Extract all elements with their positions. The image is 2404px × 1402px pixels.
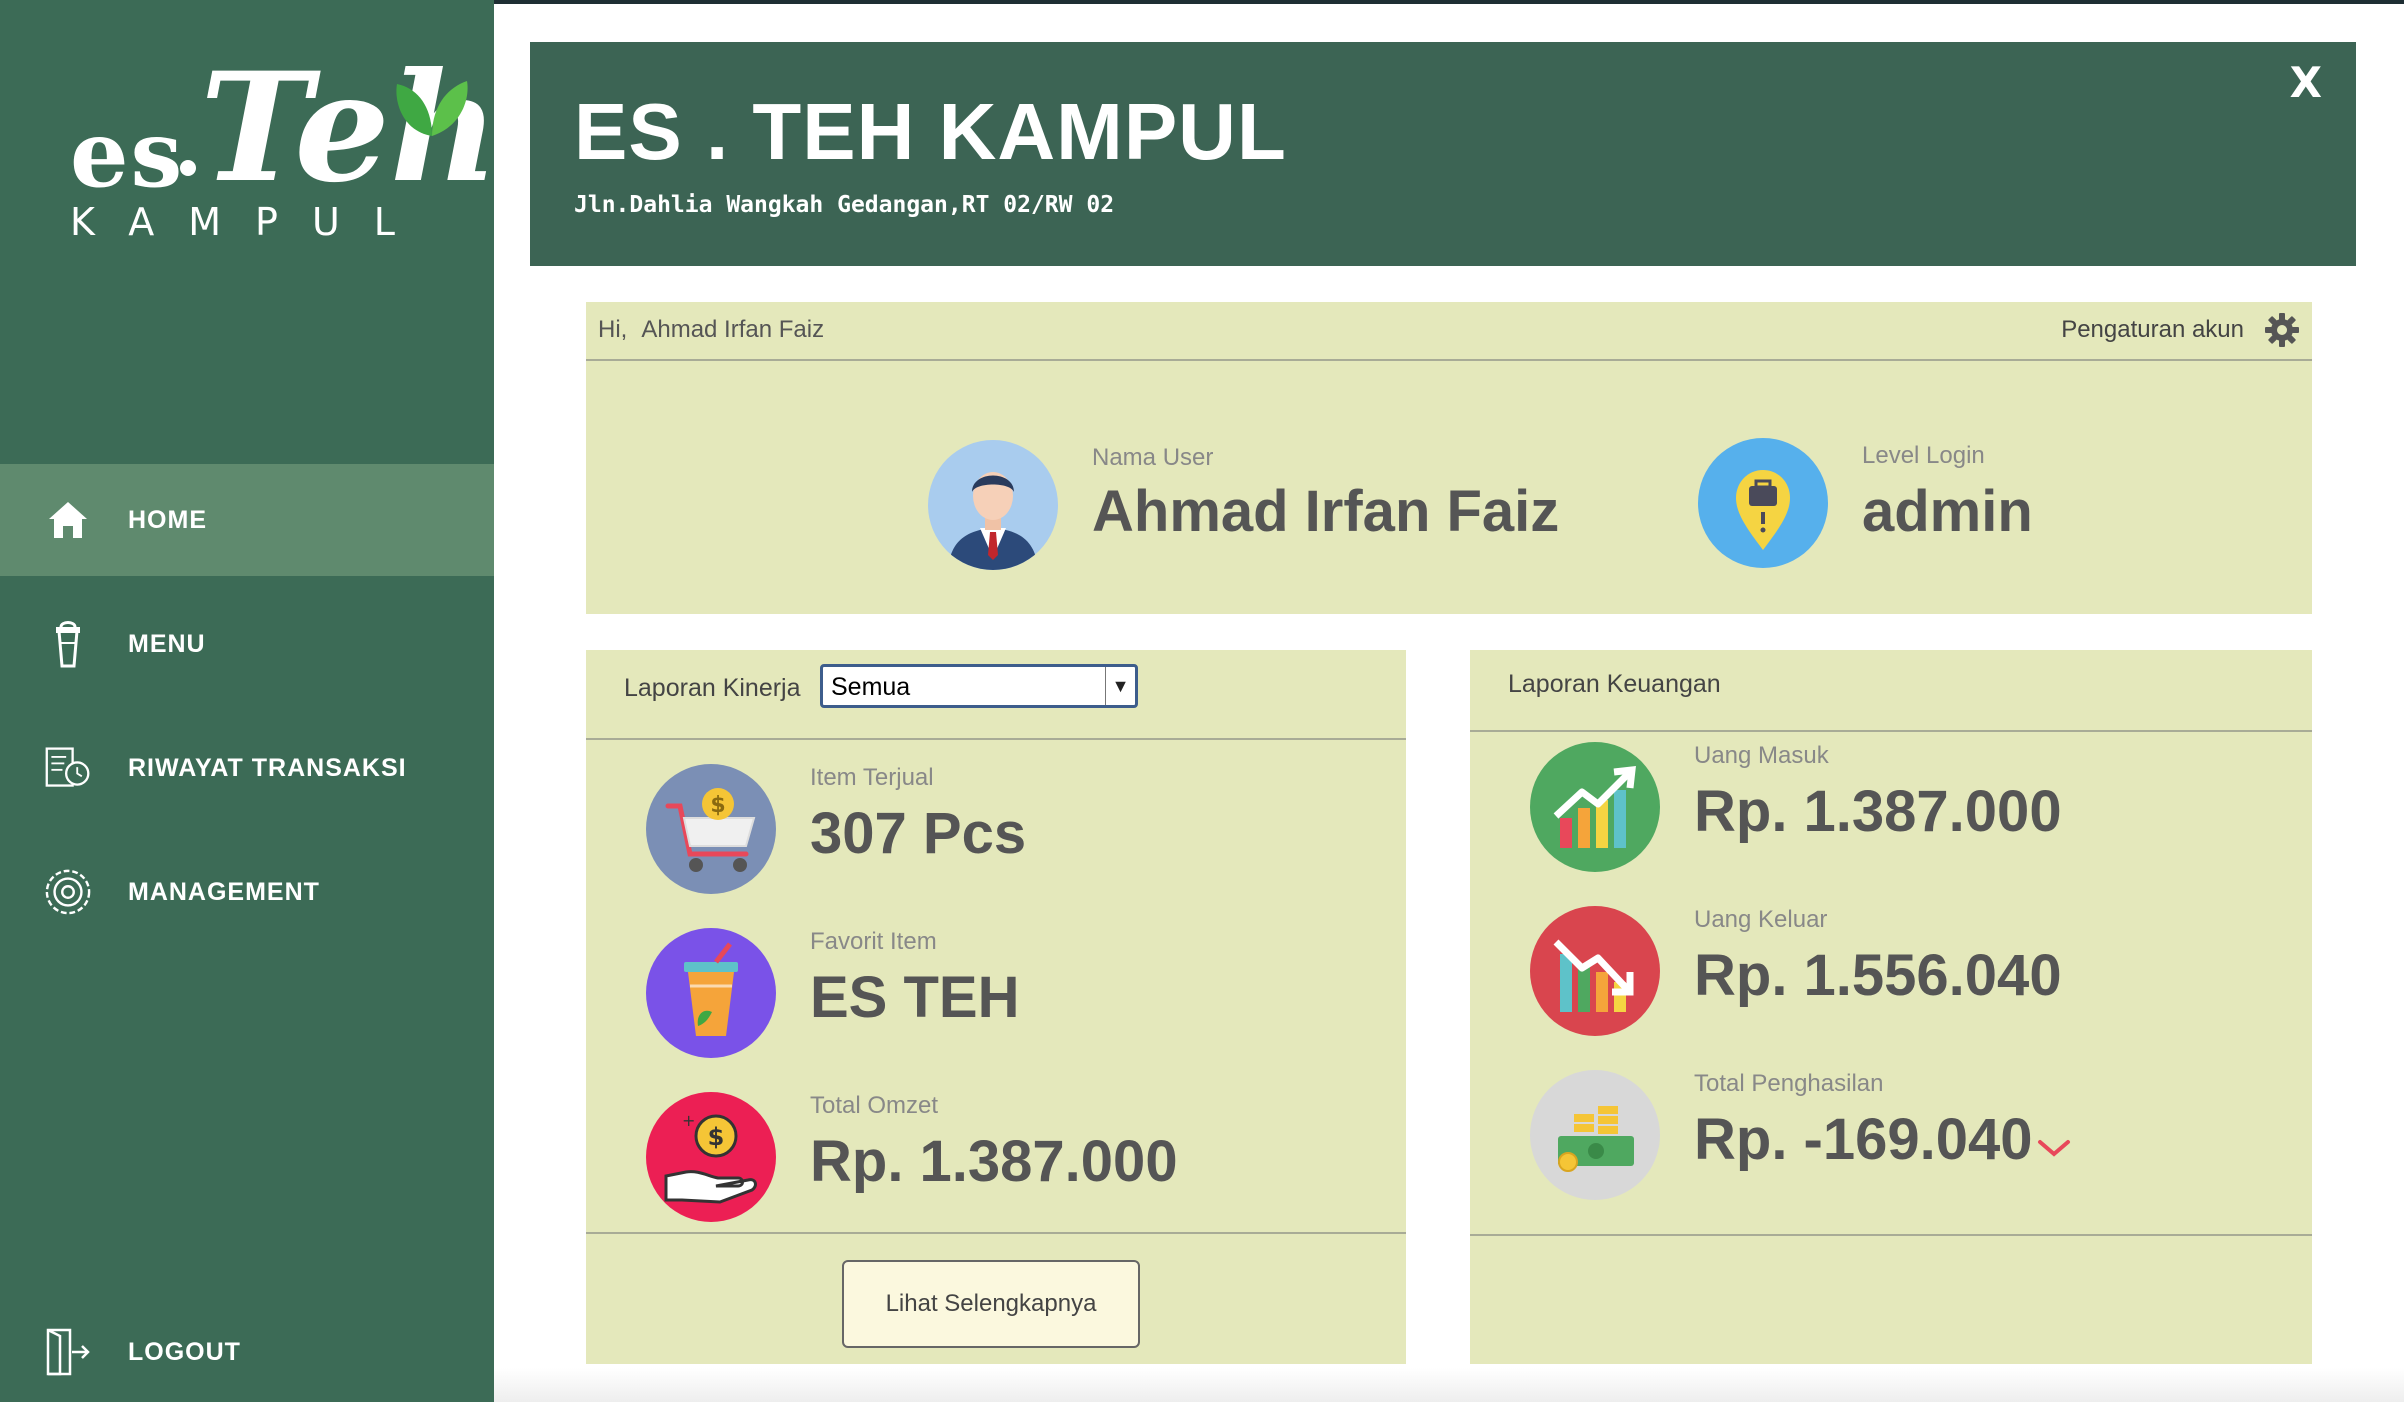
uang-keluar-label: Uang Keluar	[1694, 906, 1828, 933]
item-terjual-label: Item Terjual	[810, 764, 934, 791]
kinerja-bar: Laporan Kinerja Semua ▼	[586, 650, 1406, 740]
shopping-cart-icon: $	[646, 764, 776, 894]
sidebar-item-management[interactable]: MANAGEMENT	[0, 836, 494, 948]
greeting-name: Ahmad Irfan Faiz	[641, 316, 825, 343]
close-button[interactable]: X	[2290, 58, 2322, 107]
app-header: ES . TEH KAMPUL Jln.Dahlia Wangkah Gedan…	[530, 42, 2356, 266]
keuangan-divider	[1470, 1234, 2312, 1236]
sidebar-item-label: RIWAYAT TRANSAKSI	[128, 753, 407, 782]
drink-cup-icon	[44, 620, 92, 668]
money-hand-icon: $ +	[646, 1092, 776, 1222]
transaction-history-icon	[44, 744, 92, 792]
kinerja-title: Laporan Kinerja	[624, 674, 801, 702]
total-penghasilan-label: Total Penghasilan	[1694, 1070, 1884, 1097]
user-avatar-icon	[928, 440, 1058, 570]
keuangan-bar: Laporan Keuangan	[1470, 650, 2312, 732]
kinerja-filter-select[interactable]: Semua ▼	[820, 664, 1138, 708]
favorit-item-label: Favorit Item	[810, 928, 937, 955]
laporan-kinerja-panel: Laporan Kinerja Semua ▼ $ Item Terjual 3…	[586, 650, 1406, 1364]
svg-text:+: +	[682, 1111, 695, 1130]
money-stack-icon	[1530, 1070, 1660, 1200]
total-penghasilan-value: Rp. -169.040	[1694, 1107, 2033, 1172]
nama-user-value: Ahmad Irfan Faiz	[1092, 479, 1560, 544]
lihat-selengkapnya-button[interactable]: Lihat Selengkapnya	[842, 1260, 1140, 1348]
kinerja-filter-value: Semua	[831, 673, 911, 701]
app-logo: es Teh KAMPUL	[60, 40, 499, 260]
user-info-bar: Hi, Ahmad Irfan Faiz Pengaturan akun	[586, 302, 2312, 361]
iced-drink-icon	[646, 928, 776, 1058]
sidebar-item-menu[interactable]: MENU	[0, 588, 494, 700]
account-settings-label: Pengaturan akun	[2061, 316, 2244, 343]
bottom-shadow	[494, 1368, 2404, 1402]
keuangan-title: Laporan Keuangan	[1508, 670, 1721, 698]
leaf-icon	[396, 81, 468, 136]
sidebar-item-label: MANAGEMENT	[128, 877, 320, 906]
sidebar-nav: HOME MENU RIWAYAT TRANSAKSI MANAGEMENT	[0, 464, 494, 960]
trend-down-chevron-icon[interactable]	[2036, 1136, 2072, 1160]
account-settings-button[interactable]: Pengaturan akun	[2061, 312, 2300, 348]
management-gear-icon	[44, 868, 92, 916]
chart-up-icon	[1530, 742, 1660, 872]
chart-down-icon	[1530, 906, 1660, 1036]
uang-masuk-value: Rp. 1.387.000	[1694, 779, 2062, 844]
greeting: Hi, Ahmad Irfan Faiz	[598, 316, 824, 344]
svg-text:$: $	[708, 1123, 725, 1151]
home-icon	[44, 496, 92, 544]
uang-masuk-label: Uang Masuk	[1694, 742, 1829, 769]
level-login-value: admin	[1862, 479, 2033, 544]
logo-dot	[180, 160, 196, 176]
page-title: ES . TEH KAMPUL	[574, 87, 1287, 176]
sidebar-item-home[interactable]: HOME	[0, 464, 494, 576]
logout-label: LOGOUT	[128, 1337, 241, 1366]
sidebar-item-label: HOME	[128, 505, 207, 534]
level-login-icon	[1698, 438, 1828, 568]
logo-es: es	[70, 100, 185, 208]
favorit-item-value: ES TEH	[810, 965, 1020, 1030]
total-omzet-label: Total Omzet	[810, 1092, 939, 1119]
total-omzet-value: Rp. 1.387.000	[810, 1129, 1178, 1194]
gear-icon	[2265, 313, 2299, 347]
greeting-prefix: Hi,	[598, 316, 628, 343]
item-terjual-value: 307 Pcs	[810, 801, 1027, 866]
sidebar-item-riwayat-transaksi[interactable]: RIWAYAT TRANSAKSI	[0, 712, 494, 824]
logout-door-icon	[44, 1328, 92, 1376]
logo-kampul: KAMPUL	[70, 200, 429, 244]
user-info-panel: Hi,Ahmad Irfan Faiz Pengaturan akun Nam	[586, 302, 2312, 614]
laporan-keuangan-panel: Laporan Keuangan Uang Masuk Rp. 1.387.00…	[1470, 650, 2312, 1364]
sidebar-item-label: MENU	[128, 629, 206, 658]
level-login-label: Level Login	[1862, 442, 1985, 469]
kinerja-divider	[586, 1232, 1406, 1234]
chevron-down-icon: ▼	[1105, 667, 1135, 705]
logout-button[interactable]: LOGOUT	[0, 1296, 494, 1402]
sidebar: es Teh KAMPUL HOME MENU RIWAYAT TRANSAKS…	[0, 0, 499, 1402]
nama-user-label: Nama User	[1092, 444, 1214, 471]
uang-keluar-value: Rp. 1.556.040	[1694, 943, 2062, 1008]
store-address: Jln.Dahlia Wangkah Gedangan,RT 02/RW 02	[574, 192, 1115, 218]
svg-text:$: $	[710, 793, 725, 818]
